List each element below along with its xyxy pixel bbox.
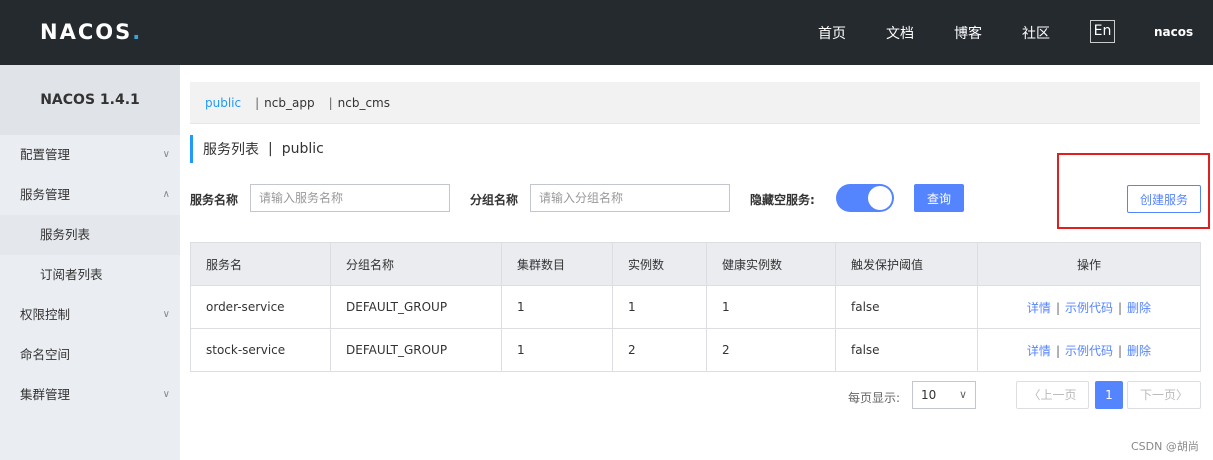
cell-protect-threshold: false <box>835 285 978 329</box>
sidebar-item-label: 权限控制 <box>20 307 71 322</box>
cell-instance-count: 1 <box>612 285 707 329</box>
namespace-ncb-cms[interactable]: ncb_cms <box>338 96 390 110</box>
page-size-label: 每页显示: <box>848 391 901 405</box>
chevron-up-icon: ∧ <box>162 189 170 200</box>
column-header: 触发保护阈值 <box>835 242 978 286</box>
nav-blog[interactable]: 博客 <box>954 23 982 43</box>
query-button[interactable]: 查询 <box>914 184 964 212</box>
namespace-bar: public | ncb_app | ncb_cms <box>190 82 1200 124</box>
column-header: 实例数 <box>612 242 707 286</box>
logo-dot: . <box>132 20 143 44</box>
cell-healthy-count: 2 <box>706 328 836 372</box>
namespace-public[interactable]: public <box>205 96 241 110</box>
nacos-logo[interactable]: NACOS. <box>40 18 142 46</box>
sidebar-item-service-list[interactable]: 服务列表 <box>0 215 180 255</box>
details-link[interactable]: 详情 <box>1027 301 1051 315</box>
page-1-button[interactable]: 1 <box>1095 381 1123 409</box>
column-header: 健康实例数 <box>706 242 836 286</box>
page-title: 服务列表 | public <box>190 135 324 163</box>
service-table: 服务名 分组名称 集群数目 实例数 健康实例数 触发保护阈值 操作 order-… <box>190 242 1201 372</box>
chevron-right-icon: 〉 <box>1176 388 1189 402</box>
chevron-down-icon: ∨ <box>162 149 170 160</box>
toggle-knob <box>868 186 892 210</box>
group-name-label: 分组名称 <box>470 193 519 207</box>
top-header: NACOS. 首页 文档 博客 社区 En nacos <box>0 0 1213 65</box>
sidebar-item-access-control[interactable]: 权限控制 ∨ <box>0 295 180 335</box>
column-header: 服务名 <box>190 242 331 286</box>
service-name-input[interactable] <box>250 184 450 212</box>
namespace-ncb-app[interactable]: ncb_app <box>264 96 314 110</box>
chevron-left-icon: 〈 <box>1028 388 1041 402</box>
op-separator: | <box>1118 343 1123 358</box>
create-service-button[interactable]: 创建服务 <box>1127 185 1201 213</box>
chevron-down-icon: ∨ <box>958 388 967 401</box>
prev-page-button[interactable]: 〈上一页 <box>1016 381 1089 409</box>
chevron-down-icon: ∨ <box>162 309 170 320</box>
search-form: 服务名称 分组名称 隐藏空服务: 查询 <box>190 183 1200 213</box>
next-page-button[interactable]: 下一页〉 <box>1127 381 1201 409</box>
table-row: stock-service DEFAULT_GROUP 1 2 2 false … <box>190 328 1201 372</box>
nav-home[interactable]: 首页 <box>818 23 846 43</box>
nav-docs[interactable]: 文档 <box>886 23 914 43</box>
sample-code-link[interactable]: 示例代码 <box>1065 301 1113 315</box>
sidebar-item-service-management[interactable]: 服务管理 ∧ <box>0 175 180 215</box>
sidebar-item-label: 服务列表 <box>40 227 91 242</box>
hide-empty-toggle[interactable] <box>836 184 894 212</box>
sidebar-item-label: 命名空间 <box>20 347 71 362</box>
table-row: order-service DEFAULT_GROUP 1 1 1 false … <box>190 285 1201 329</box>
sidebar-item-subscriber-list[interactable]: 订阅者列表 <box>0 255 180 295</box>
chevron-down-icon: ∨ <box>162 389 170 400</box>
table-header-row: 服务名 分组名称 集群数目 实例数 健康实例数 触发保护阈值 操作 <box>190 242 1201 286</box>
sidebar-item-label: 服务管理 <box>20 187 71 202</box>
page-title-namespace: public <box>281 141 324 157</box>
column-header: 操作 <box>977 242 1201 286</box>
logo-text: NACOS <box>40 20 133 44</box>
op-separator: | <box>1118 300 1123 315</box>
page-size-select[interactable]: 10 ∨ <box>912 381 976 409</box>
watermark: CSDN @胡尚 <box>1131 440 1199 453</box>
sidebar: NACOS 1.4.1 配置管理 ∨ 服务管理 ∧ 服务列表 订阅者列表 权限控… <box>0 65 180 460</box>
namespace-separator: | <box>255 95 260 110</box>
sample-code-link[interactable]: 示例代码 <box>1065 344 1113 358</box>
group-name-input[interactable] <box>530 184 730 212</box>
cell-cluster-count: 1 <box>501 328 613 372</box>
delete-link[interactable]: 删除 <box>1127 344 1151 358</box>
cell-healthy-count: 1 <box>706 285 836 329</box>
page-title-separator: | <box>268 141 273 157</box>
cell-operations: 详情 | 示例代码 | 删除 <box>977 285 1201 329</box>
main-content: public | ncb_app | ncb_cms 服务列表 | public… <box>180 65 1213 460</box>
sidebar-item-label: 集群管理 <box>20 387 71 402</box>
cell-protect-threshold: false <box>835 328 978 372</box>
page-title-text: 服务列表 <box>203 142 259 158</box>
delete-link[interactable]: 删除 <box>1127 301 1151 315</box>
cell-service-name: order-service <box>190 285 331 329</box>
column-header: 集群数目 <box>501 242 613 286</box>
sidebar-title: NACOS 1.4.1 <box>0 65 180 135</box>
details-link[interactable]: 详情 <box>1027 344 1051 358</box>
sidebar-item-label: 订阅者列表 <box>40 267 103 282</box>
hide-empty-label: 隐藏空服务: <box>750 193 815 207</box>
sidebar-item-namespace[interactable]: 命名空间 <box>0 335 180 375</box>
language-switch-button[interactable]: En <box>1090 20 1115 43</box>
sidebar-item-cluster-management[interactable]: 集群管理 ∨ <box>0 375 180 415</box>
cell-operations: 详情 | 示例代码 | 删除 <box>977 328 1201 372</box>
sidebar-item-config-management[interactable]: 配置管理 ∨ <box>0 135 180 175</box>
cell-group-name: DEFAULT_GROUP <box>330 285 502 329</box>
service-name-label: 服务名称 <box>190 193 239 207</box>
cell-instance-count: 2 <box>612 328 707 372</box>
column-header: 分组名称 <box>330 242 502 286</box>
cell-group-name: DEFAULT_GROUP <box>330 328 502 372</box>
op-separator: | <box>1055 300 1060 315</box>
page-size-value: 10 <box>921 388 937 402</box>
prev-page-label: 上一页 <box>1040 388 1077 402</box>
sidebar-item-label: 配置管理 <box>20 147 71 162</box>
nav-community[interactable]: 社区 <box>1022 23 1050 43</box>
namespace-separator: | <box>328 95 333 110</box>
cell-service-name: stock-service <box>190 328 331 372</box>
op-separator: | <box>1055 343 1060 358</box>
username[interactable]: nacos <box>1154 25 1193 39</box>
cell-cluster-count: 1 <box>501 285 613 329</box>
next-page-label: 下一页 <box>1139 388 1176 402</box>
